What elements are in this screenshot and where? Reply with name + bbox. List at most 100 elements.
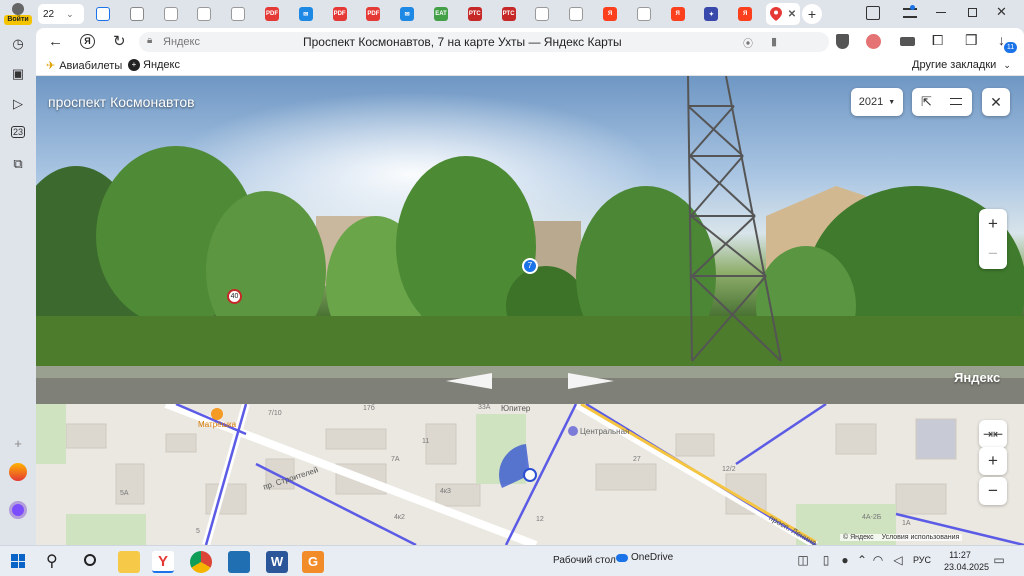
close-panorama-button[interactable]: ✕ [982, 88, 1010, 116]
tab[interactable]: Я [597, 3, 623, 25]
menu-icon[interactable] [950, 98, 962, 105]
zoom-out-button[interactable]: − [979, 239, 1007, 269]
puzzle-icon[interactable]: ⧠ [932, 32, 943, 49]
chevron-down-icon: ⌄ [66, 8, 74, 19]
bookmark-label: Авиабилеты [59, 59, 123, 72]
app-orange-icon[interactable] [8, 462, 28, 482]
tab[interactable]: EAT [428, 3, 454, 25]
chrome-icon[interactable] [190, 551, 212, 573]
reload-icon[interactable]: ↻ [113, 32, 126, 50]
word-icon[interactable]: W [266, 551, 288, 573]
terms-link[interactable]: Условия использования [882, 534, 960, 541]
yandex-circle-icon[interactable]: Я [80, 34, 95, 49]
wifi-icon[interactable]: ◠ [870, 552, 886, 568]
tab[interactable]: ✉ [394, 3, 420, 25]
clock[interactable]: 11:27 23.04.2025 [944, 549, 989, 573]
house-label: 4к3 [440, 488, 451, 495]
map-zoom-in-button[interactable]: + [979, 447, 1007, 475]
add-icon[interactable]: + [8, 433, 28, 453]
bookmark-icon[interactable]: ▮ [771, 35, 777, 48]
app-orange-icon[interactable]: G [302, 551, 324, 573]
speed-limit-sign: 40 [227, 289, 242, 304]
tab[interactable] [124, 3, 150, 25]
profile-button[interactable]: Войти [4, 1, 32, 27]
extension-tab-icon[interactable]: ❒ [965, 32, 978, 49]
tab[interactable]: PDF [360, 3, 386, 25]
back-icon[interactable]: ← [48, 33, 63, 50]
play-icon[interactable]: ▷ [8, 94, 28, 114]
alice-icon[interactable] [8, 500, 28, 520]
tab[interactable] [529, 3, 555, 25]
zoom-in-button[interactable]: + [979, 209, 1007, 239]
calculator-icon[interactable] [228, 551, 250, 573]
tab[interactable]: Я [665, 3, 691, 25]
history-icon[interactable]: ◷ [8, 34, 28, 54]
tab[interactable]: РТС [496, 3, 522, 25]
notifications-icon[interactable]: ▭ [991, 552, 1007, 568]
poi-central[interactable]: Центральная [568, 426, 629, 436]
tab[interactable] [90, 3, 116, 25]
speaker-icon[interactable]: ◁ [890, 552, 906, 568]
tab[interactable] [158, 3, 184, 25]
location-icon[interactable]: ⦿ [743, 35, 753, 50]
year-select[interactable]: 2021 ▼ [851, 88, 903, 116]
collections-icon[interactable] [866, 6, 880, 20]
tab[interactable]: ✦ [698, 3, 724, 25]
minimize-button[interactable] [936, 12, 946, 13]
bookmark-yandex[interactable]: + Яндекс [128, 59, 180, 71]
widget-icon[interactable]: ◫ [795, 552, 811, 568]
shield-icon[interactable] [836, 34, 849, 49]
tab[interactable] [631, 3, 657, 25]
tab[interactable] [225, 3, 251, 25]
panorama-toolbar: ⇱ [912, 88, 972, 116]
tab[interactable]: Я [732, 3, 758, 25]
tab[interactable]: PDF [327, 3, 353, 25]
open-external-icon[interactable]: ⇱ [921, 94, 932, 110]
language-indicator[interactable]: РУС [913, 555, 931, 565]
restore-button[interactable] [968, 8, 977, 17]
bookmark-aviabilety[interactable]: ✈ Авиабилеты [46, 59, 123, 73]
other-bookmarks[interactable]: Другие закладки ⌄ [912, 59, 1011, 71]
windows-start-icon[interactable] [11, 554, 25, 568]
screenshot-icon[interactable]: ⧉ [8, 154, 28, 174]
eat-icon: EAT [434, 7, 448, 21]
house-label: 1А [902, 520, 911, 527]
extension-face-icon[interactable] [866, 34, 881, 49]
calendar-icon[interactable]: 23 [8, 122, 28, 142]
new-tab-button[interactable]: + [802, 4, 822, 24]
close-icon[interactable]: ✕ [788, 9, 796, 20]
poi-matreshka[interactable]: Матрёшка [198, 408, 236, 429]
tab-counter[interactable]: 22 ⌄ [38, 4, 84, 24]
tab[interactable]: ✉ [293, 3, 319, 25]
house-number-marker[interactable]: 7 [522, 258, 538, 274]
close-window-button[interactable]: ✕ [996, 4, 1007, 20]
minimap[interactable]: Матрёшка Юпитер Центральная пр. Строител… [36, 404, 1024, 545]
tab[interactable]: PDF [259, 3, 285, 25]
microphone-icon[interactable]: ● [837, 552, 853, 568]
tab[interactable] [191, 3, 217, 25]
search-icon[interactable]: ⚲ [46, 551, 58, 571]
extension-card-icon[interactable] [900, 37, 915, 46]
page-title: Проспект Космонавтов, 7 на карте Ухты — … [303, 35, 622, 49]
task-view-icon[interactable] [84, 554, 96, 566]
tab-active[interactable]: ✕ [766, 3, 800, 25]
map-label[interactable]: Юпитер [501, 404, 530, 413]
sheet-icon [535, 7, 550, 21]
yandex-watermark: Яндекс [954, 370, 1001, 385]
onedrive-item[interactable]: OneDrive [616, 552, 673, 563]
street-panorama[interactable]: проспект Космонавтов 2021 ▼ ⇱ ✕ + − 7 40… [36, 76, 1024, 404]
address-bar[interactable]: 🔒︎ Яндекс Проспект Космонавтов, 7 на кар… [139, 32, 829, 52]
collapse-map-button[interactable]: ⇥⇤ [979, 420, 1007, 448]
house-label: 33А [478, 404, 491, 411]
desktop-label[interactable]: Рабочий стол [553, 555, 616, 566]
rts-icon: РТС [501, 7, 516, 21]
chevron-up-icon[interactable]: ⌃ [854, 552, 870, 568]
map-zoom-out-button[interactable]: − [979, 477, 1007, 505]
collections-icon[interactable]: ▣ [8, 64, 28, 84]
phone-icon[interactable]: ▯ [818, 552, 834, 568]
chevron-down-icon: ⌄ [1003, 60, 1011, 70]
yandex-browser-icon[interactable]: Y [152, 551, 174, 573]
tab[interactable] [563, 3, 589, 25]
file-explorer-icon[interactable] [118, 551, 140, 573]
tab[interactable]: РТС [462, 3, 488, 25]
